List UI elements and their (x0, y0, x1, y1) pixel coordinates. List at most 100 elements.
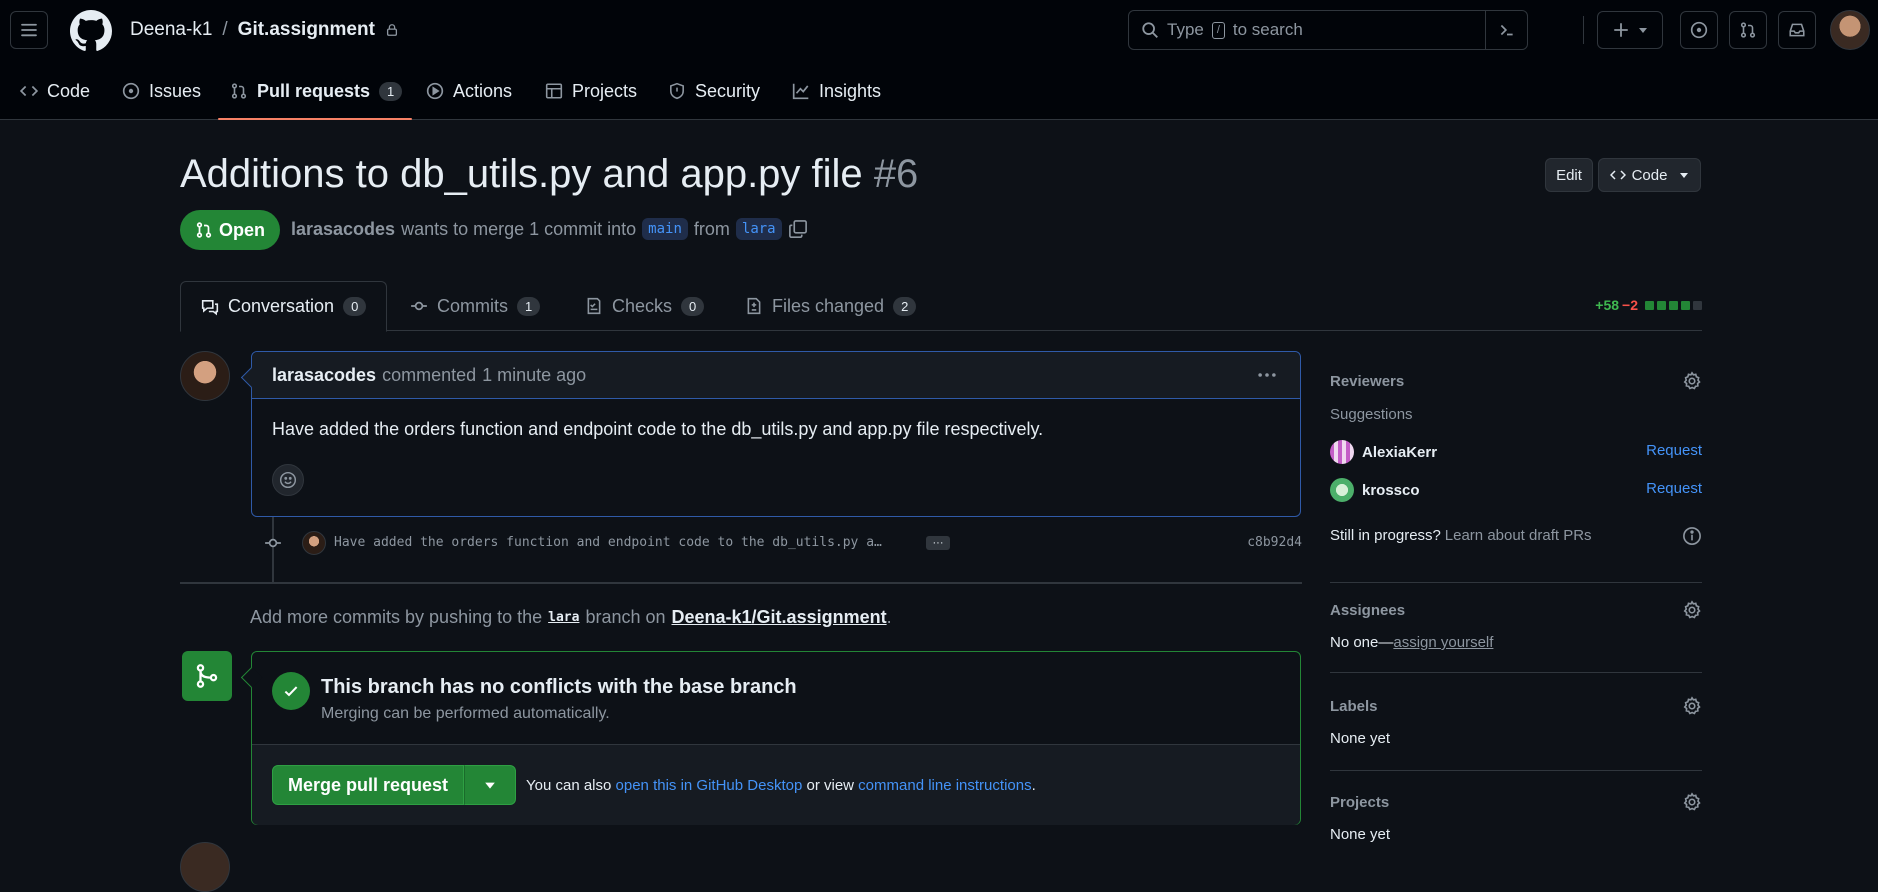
request-review-button[interactable]: Request (1646, 480, 1702, 497)
merge-text: wants to merge 1 commit into (401, 218, 637, 239)
user-avatar[interactable] (1830, 10, 1870, 50)
comment-time[interactable]: 1 minute ago (482, 365, 586, 386)
reviewers-heading[interactable]: Reviewers (1330, 373, 1702, 390)
owner-link[interactable]: Deena-k1 (130, 19, 212, 41)
github-desktop-link[interactable]: open this in GitHub Desktop (616, 777, 803, 794)
smiley-icon[interactable] (272, 464, 304, 496)
merge-pull-request-button[interactable]: Merge pull request (272, 765, 464, 805)
search-placeholder-suffix: to search (1232, 20, 1303, 39)
tab-commits[interactable]: Commits 1 (410, 281, 541, 331)
pr-tabs: Conversation 0 Commits 1 Checks 0 Files … (180, 281, 1702, 332)
pr-author-link[interactable]: larasacodes (291, 219, 395, 240)
nav-actions-label: Actions (453, 80, 513, 101)
merge-alternatives: You can also open this in GitHub Desktop… (526, 777, 1036, 794)
sidebar-divider (1330, 582, 1702, 583)
info-icon[interactable] (1682, 526, 1702, 546)
suggested-reviewer[interactable]: krossco (1330, 478, 1420, 502)
tab-checks-label: Checks (612, 295, 673, 316)
pr-number: #6 (873, 152, 919, 196)
nav-insights[interactable]: Insights (792, 62, 881, 120)
comment-author-avatar[interactable] (180, 351, 230, 401)
merge-actions: Merge pull request You can also open thi… (252, 744, 1300, 825)
pr-title: Additions to db_utils.py and app.py file (180, 152, 863, 196)
code-dropdown-button[interactable]: Code (1598, 158, 1701, 192)
gear-icon[interactable] (1682, 696, 1702, 716)
from-text: from (693, 218, 730, 239)
projects-heading[interactable]: Projects (1330, 794, 1702, 811)
assignees-value: No one—assign yourself (1330, 634, 1702, 651)
menu-icon[interactable] (10, 11, 48, 49)
diffstat-block (1681, 300, 1690, 310)
nav-projects[interactable]: Projects (545, 62, 637, 120)
tab-conversation[interactable]: Conversation 0 (180, 281, 388, 332)
table-icon (545, 82, 563, 100)
draft-hint: Still in progress? Learn about draft PRs (1330, 526, 1702, 546)
draft-prs-link[interactable]: Learn about draft PRs (1445, 527, 1592, 544)
nav-actions[interactable]: Actions (426, 62, 512, 120)
header-divider (1583, 16, 1584, 44)
comment-author-link[interactable]: larasacodes (272, 365, 376, 386)
assign-yourself-link[interactable]: assign yourself (1393, 634, 1493, 651)
assignees-none: No one— (1330, 634, 1394, 651)
nav-code[interactable]: Code (20, 62, 90, 120)
command-palette-icon[interactable] (1485, 11, 1527, 49)
repo-link[interactable]: Git.assignment (238, 19, 375, 41)
tab-conversation-label: Conversation (228, 296, 335, 316)
edit-title-button[interactable]: Edit (1545, 158, 1593, 192)
commit-author-avatar[interactable] (302, 531, 326, 555)
inbox-icon[interactable] (1778, 11, 1816, 49)
pr-description-comment: larasacodes commented 1 minute ago Have … (251, 351, 1301, 517)
nav-issues[interactable]: Issues (122, 62, 201, 120)
comment-discussion-icon (201, 298, 219, 316)
gear-icon[interactable] (1682, 371, 1702, 391)
tab-files-changed-count: 2 (893, 296, 917, 316)
create-new-button[interactable] (1597, 11, 1663, 49)
check-icon (272, 672, 310, 710)
push-hint-suffix: . (886, 607, 892, 627)
pull-requests-icon[interactable] (1729, 11, 1767, 49)
head-branch[interactable]: lara (735, 218, 782, 240)
pull-request-icon (195, 221, 213, 239)
commit-sha[interactable]: c8b92d4 (1247, 535, 1302, 550)
gear-icon[interactable] (1682, 792, 1702, 812)
suggested-reviewer[interactable]: AlexiaKerr (1330, 440, 1437, 464)
labels-value: None yet (1330, 730, 1391, 747)
assignees-heading[interactable]: Assignees (1330, 602, 1702, 619)
issues-icon[interactable] (1680, 11, 1718, 49)
repo-nav: Code Issues Pull requests 1 Actions Proj… (0, 62, 1878, 120)
commit-message[interactable]: Have added the orders function and endpo… (334, 535, 882, 550)
kebab-horizontal-icon[interactable] (1256, 364, 1278, 386)
base-branch[interactable]: main (642, 218, 688, 240)
diffstat-deletions: −2 (1622, 297, 1638, 313)
graph-icon (792, 82, 810, 100)
diffstat[interactable]: +58 −2 (1595, 297, 1702, 313)
chevron-down-icon (484, 779, 496, 791)
nav-security[interactable]: Security (668, 62, 760, 120)
merge-method-dropdown[interactable] (464, 765, 516, 805)
push-hint-repo-link[interactable]: Deena-k1/Git.assignment (672, 607, 887, 627)
labels-heading[interactable]: Labels (1330, 698, 1702, 715)
code-icon (1609, 167, 1626, 183)
nav-security-label: Security (695, 80, 761, 101)
push-hint-branch[interactable]: lara (548, 610, 579, 625)
copy-icon[interactable] (788, 219, 808, 239)
diffstat-block (1657, 300, 1666, 310)
github-logo-icon[interactable] (70, 10, 112, 52)
gear-icon[interactable] (1682, 600, 1702, 620)
expand-commit-button[interactable]: ··· (926, 536, 950, 550)
tab-checks[interactable]: Checks 0 (585, 281, 705, 331)
nav-code-label: Code (47, 80, 91, 101)
pr-state-label: Open (218, 219, 265, 240)
search-input[interactable]: Type / to search (1128, 10, 1528, 50)
merge-status-title: This branch has no conflicts with the ba… (321, 676, 797, 698)
nav-pull-requests[interactable]: Pull requests 1 (217, 62, 413, 120)
push-hint-middle: branch on (585, 607, 666, 627)
commit-row: Have added the orders function and endpo… (262, 531, 1302, 555)
reviewer-avatar (1330, 440, 1354, 464)
tab-files-changed[interactable]: Files changed 2 (745, 281, 917, 331)
command-line-link[interactable]: command line instructions (858, 777, 1031, 794)
request-review-button[interactable]: Request (1646, 442, 1702, 459)
pull-requests-count: 1 (379, 81, 403, 101)
nav-issues-label: Issues (149, 80, 202, 101)
commit-icon (263, 534, 283, 552)
